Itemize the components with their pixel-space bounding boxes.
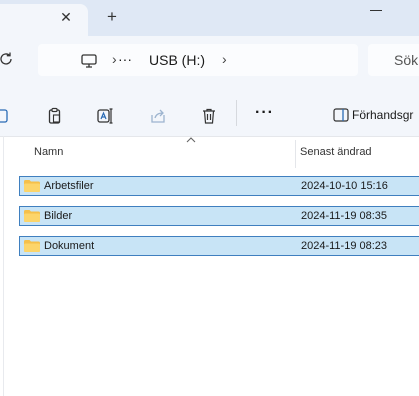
column-divider[interactable] (295, 140, 296, 168)
file-name: Dokument (44, 240, 95, 252)
close-icon[interactable]: ✕ (58, 9, 74, 25)
file-row[interactable]: Bilder 2024-11-19 08:35 (19, 206, 419, 226)
refresh-icon[interactable] (0, 51, 14, 67)
breadcrumb-separator[interactable]: › (112, 51, 117, 67)
file-row[interactable]: Arbetsfiler 2024-10-10 15:16 (19, 176, 419, 196)
file-row[interactable]: Dokument 2024-11-19 08:23 (19, 236, 419, 256)
share-icon[interactable] (149, 107, 167, 125)
breadcrumb-more[interactable]: ··· (118, 51, 132, 67)
computer-icon (81, 54, 97, 68)
sort-ascending-icon (186, 137, 196, 143)
file-modified: 2024-10-10 15:16 (301, 180, 388, 192)
search-placeholder: Sök i (394, 52, 419, 68)
preview-pane-icon[interactable] (333, 108, 349, 122)
breadcrumb-drive[interactable]: USB (H:) (149, 52, 205, 68)
cut-icon[interactable] (0, 107, 10, 125)
file-name: Bilder (44, 210, 73, 222)
file-modified: 2024-11-19 08:23 (301, 240, 388, 252)
more-options-button[interactable]: ··· (255, 104, 274, 122)
nav-pane-edge (3, 136, 4, 396)
minimize-icon[interactable] (370, 10, 382, 11)
add-tab-icon[interactable]: + (104, 8, 120, 25)
rename-icon[interactable] (96, 107, 114, 125)
column-header-modified[interactable]: Senast ändrad (300, 146, 372, 158)
tab-active[interactable] (0, 4, 88, 36)
breadcrumb-separator[interactable]: › (222, 51, 227, 67)
column-header-name[interactable]: Namn (34, 146, 63, 158)
folder-icon (24, 240, 40, 252)
toolbar-divider (236, 100, 237, 126)
folder-icon (24, 210, 40, 222)
delete-icon[interactable] (200, 107, 218, 125)
folder-icon (24, 180, 40, 192)
paste-icon[interactable] (46, 107, 64, 125)
file-modified: 2024-11-19 08:35 (301, 210, 388, 222)
file-name: Arbetsfiler (44, 180, 94, 192)
preview-pane-button[interactable]: Förhandsgr (352, 108, 413, 122)
